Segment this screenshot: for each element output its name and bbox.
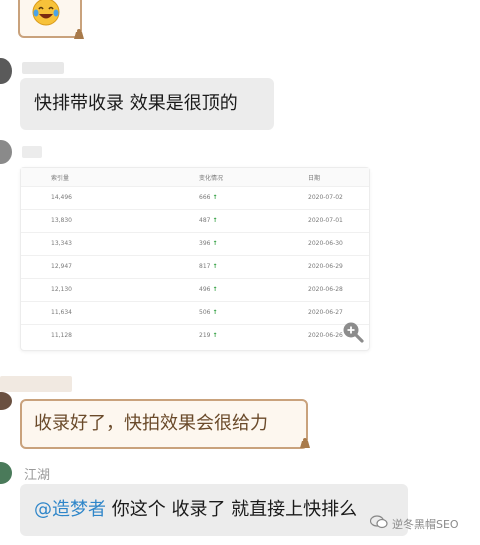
up-arrow-icon: ↑ bbox=[212, 309, 218, 316]
change-cell: 506 ↑ bbox=[199, 309, 218, 316]
table-row: 13,830 487 ↑ 2020-07-01 bbox=[21, 209, 369, 233]
message-bubble[interactable]: 快排带收录 效果是很顶的 bbox=[20, 78, 274, 130]
up-arrow-icon: ↑ bbox=[212, 263, 218, 270]
up-arrow-icon: ↑ bbox=[212, 194, 218, 201]
table-row: 12,130 496 ↑ 2020-06-28 bbox=[21, 278, 369, 302]
message-text: @造梦者 你这个 收录了 就直接上快排么 bbox=[34, 497, 357, 523]
index-count-cell: 12,130 bbox=[51, 286, 72, 293]
laughing-tears-emoji-icon bbox=[32, 0, 60, 30]
message-bubble[interactable]: 收录好了，快拍效果会很给力 bbox=[20, 399, 310, 449]
change-cell: 666 ↑ bbox=[199, 194, 218, 201]
date-cell: 2020-06-28 bbox=[308, 286, 343, 293]
date-cell: 2020-07-02 bbox=[308, 194, 343, 201]
up-arrow-icon: ↑ bbox=[212, 217, 218, 224]
mention-link[interactable]: @造梦者 bbox=[34, 499, 106, 520]
change-cell: 817 ↑ bbox=[199, 263, 218, 270]
bubble-decoration-icon bbox=[298, 437, 312, 449]
date-cell: 2020-06-26 bbox=[308, 332, 343, 339]
change-cell: 496 ↑ bbox=[199, 286, 218, 293]
bubble-decoration-icon bbox=[72, 28, 86, 40]
sender-name: 江湖 bbox=[24, 468, 51, 483]
index-count-cell: 13,343 bbox=[51, 240, 72, 247]
index-count-cell: 14,496 bbox=[51, 194, 72, 201]
table-header-cell: 日期 bbox=[308, 174, 321, 182]
table-row: 12,947 817 ↑ 2020-06-29 bbox=[21, 255, 369, 279]
change-cell: 219 ↑ bbox=[199, 332, 218, 339]
sender-name-blurred bbox=[0, 376, 72, 392]
sender-name-blurred bbox=[22, 62, 64, 74]
message-text: 快排带收录 效果是很顶的 bbox=[34, 93, 238, 114]
date-cell: 2020-06-29 bbox=[308, 263, 343, 270]
change-cell: 396 ↑ bbox=[199, 240, 218, 247]
index-count-cell: 11,634 bbox=[51, 309, 72, 316]
message-text: 收录好了，快拍效果会很给力 bbox=[34, 413, 268, 434]
table-header-cell: 索引量 bbox=[51, 174, 70, 182]
date-cell: 2020-07-01 bbox=[308, 217, 343, 224]
table-row: 13,343 396 ↑ 2020-06-30 bbox=[21, 232, 369, 256]
message-body: 你这个 收录了 就直接上快排么 bbox=[106, 499, 358, 520]
change-cell: 487 ↑ bbox=[199, 217, 218, 224]
watermark-text: 逆冬黑帽SEO bbox=[392, 517, 459, 531]
date-cell: 2020-06-30 bbox=[308, 240, 343, 247]
emoji-message-bubble[interactable] bbox=[18, 0, 84, 39]
up-arrow-icon: ↑ bbox=[212, 286, 218, 293]
table-row: 11,634 506 ↑ 2020-06-27 bbox=[21, 301, 369, 325]
avatar[interactable] bbox=[0, 140, 12, 164]
table-row: 14,496 666 ↑ 2020-07-02 bbox=[21, 186, 369, 210]
table-header-row: 索引量 变化情况 日期 bbox=[21, 168, 369, 187]
sender-name-blurred bbox=[22, 146, 42, 158]
up-arrow-icon: ↑ bbox=[212, 240, 218, 247]
message-bubble[interactable]: @造梦者 你这个 收录了 就直接上快排么 bbox=[20, 484, 408, 536]
zoom-in-icon[interactable] bbox=[342, 321, 364, 347]
image-message-table[interactable]: 索引量 变化情况 日期 14,496 666 ↑ 2020-07-02 13,83… bbox=[20, 167, 370, 351]
up-arrow-icon: ↑ bbox=[212, 332, 218, 339]
index-count-cell: 11,128 bbox=[51, 332, 72, 339]
table-row: 11,128 219 ↑ 2020-06-26 bbox=[21, 324, 369, 347]
wechat-icon bbox=[369, 514, 388, 533]
avatar[interactable] bbox=[0, 392, 12, 410]
index-count-cell: 13,830 bbox=[51, 217, 72, 224]
avatar[interactable] bbox=[0, 462, 12, 484]
watermark: 逆冬黑帽SEO bbox=[369, 514, 459, 533]
table-header-cell: 变化情况 bbox=[199, 174, 224, 182]
date-cell: 2020-06-27 bbox=[308, 309, 343, 316]
avatar[interactable] bbox=[0, 58, 12, 84]
index-count-cell: 12,947 bbox=[51, 263, 72, 270]
